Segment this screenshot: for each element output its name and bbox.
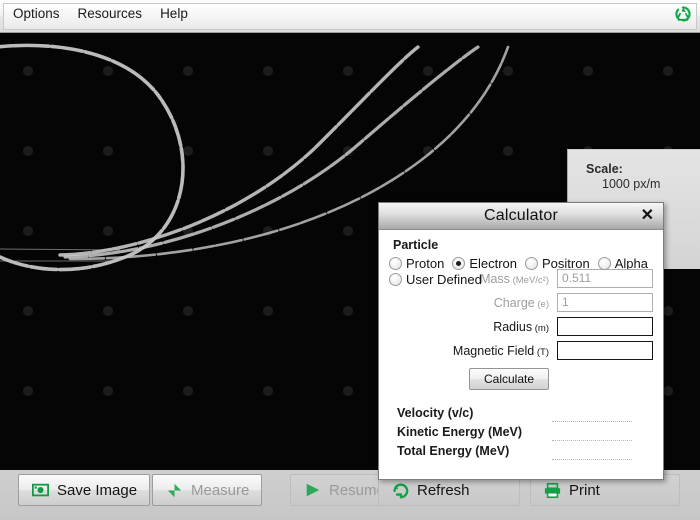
result-row: Kinetic Energy (MeV) — [397, 425, 653, 444]
result-row: Velocity (v/c) — [397, 406, 653, 425]
charge-field-unit: (e) — [534, 298, 549, 310]
menu-options[interactable]: Options — [4, 3, 69, 24]
magnetic-field-field-row: Magnetic Field (T) — [389, 341, 653, 360]
result-value — [552, 432, 632, 441]
particle-group-label: Particle — [393, 238, 439, 252]
calculate-button[interactable]: Calculate — [469, 368, 549, 390]
magnetic-field-field-unit: (T) — [534, 346, 549, 358]
radio-dot-icon — [452, 257, 466, 270]
charge-field-label-text: Charge — [493, 295, 535, 310]
radius-field-unit: (m) — [532, 322, 549, 334]
refresh-icon — [393, 483, 409, 498]
refresh-button-label: Refresh — [417, 481, 470, 499]
radius-field[interactable] — [557, 317, 653, 336]
radius-field-label-text: Radius — [493, 319, 533, 334]
result-label: Kinetic Energy (MeV) — [397, 425, 523, 439]
print-button-label: Print — [569, 481, 600, 499]
menu-bar: Options Resources Help — [0, 0, 700, 33]
menu-resources[interactable]: Resources — [69, 3, 152, 24]
print-icon — [544, 482, 561, 498]
radius-field-label: Radius (m) — [493, 320, 549, 334]
dialog-title: Calculator — [483, 207, 559, 224]
charge-field-row: Charge (e) 1 — [389, 293, 653, 312]
magnetic-field-field[interactable] — [557, 341, 653, 360]
mass-field: 0.511 — [557, 269, 653, 288]
mass-field-label-text: Mass — [480, 271, 510, 286]
result-label: Total Energy (MeV) — [397, 444, 510, 458]
camera-icon — [32, 483, 49, 496]
result-row: Total Energy (MeV) — [397, 444, 653, 463]
measure-button-label: Measure — [191, 481, 250, 499]
result-label: Velocity (v/c) — [397, 406, 474, 420]
particle-radio-label: User Defined — [406, 272, 482, 287]
save-image-button[interactable]: Save Image — [18, 474, 151, 506]
magnetic-field-field-label-text: Magnetic Field — [452, 343, 535, 358]
radio-dot-icon — [525, 257, 539, 270]
info-scale-value: 1000 px/m — [602, 177, 661, 191]
charge-field-label: Charge (e) — [494, 296, 549, 310]
save-image-button-label: Save Image — [57, 481, 138, 499]
magnetic-field-field-label: Magnetic Field (T) — [453, 344, 549, 358]
particle-radio-proton[interactable]: Proton — [389, 256, 444, 271]
calculator-dialog[interactable]: Calculator ✕ Particle Proton Electron Posi… — [378, 202, 664, 480]
particle-radio-label: Proton — [406, 256, 445, 271]
results-list: Velocity (v/c) Kinetic Energy (MeV) Total … — [397, 406, 653, 463]
mass-field-unit: (MeV/c²) — [509, 274, 549, 286]
dialog-body: Particle Proton Electron Positron Alpha Use… — [379, 230, 663, 480]
radio-dot-icon — [389, 257, 402, 270]
application-window: Options Resources Help Scale: 1000 px/m … — [0, 0, 700, 520]
radio-dot-icon — [597, 257, 611, 270]
radio-dot-icon — [389, 273, 402, 286]
charge-field: 1 — [557, 293, 653, 312]
particle-radio-electron[interactable]: Electron — [452, 256, 517, 271]
result-value — [552, 413, 632, 422]
calculate-row: Calculate — [365, 368, 653, 390]
dialog-title-bar[interactable]: Calculator ✕ — [379, 203, 663, 230]
menu-item-list: Options Resources Help — [4, 0, 197, 27]
measure-button: Measure — [152, 474, 263, 506]
info-scale-key: Scale: — [586, 162, 623, 176]
play-icon — [306, 483, 320, 496]
result-value — [552, 451, 632, 460]
particle-radio-user-defined[interactable]: User Defined — [389, 272, 482, 287]
close-icon[interactable]: ✕ — [641, 207, 654, 225]
recycle-icon[interactable] — [674, 5, 692, 23]
particle-radio-label: Electron — [469, 256, 518, 271]
resume-button-label: Resume — [329, 481, 385, 499]
mass-field-label: Mass (MeV/c²) — [480, 272, 549, 286]
menu-help[interactable]: Help — [151, 3, 197, 24]
measure-icon — [167, 483, 182, 497]
radius-field-row: Radius (m) — [389, 317, 653, 336]
